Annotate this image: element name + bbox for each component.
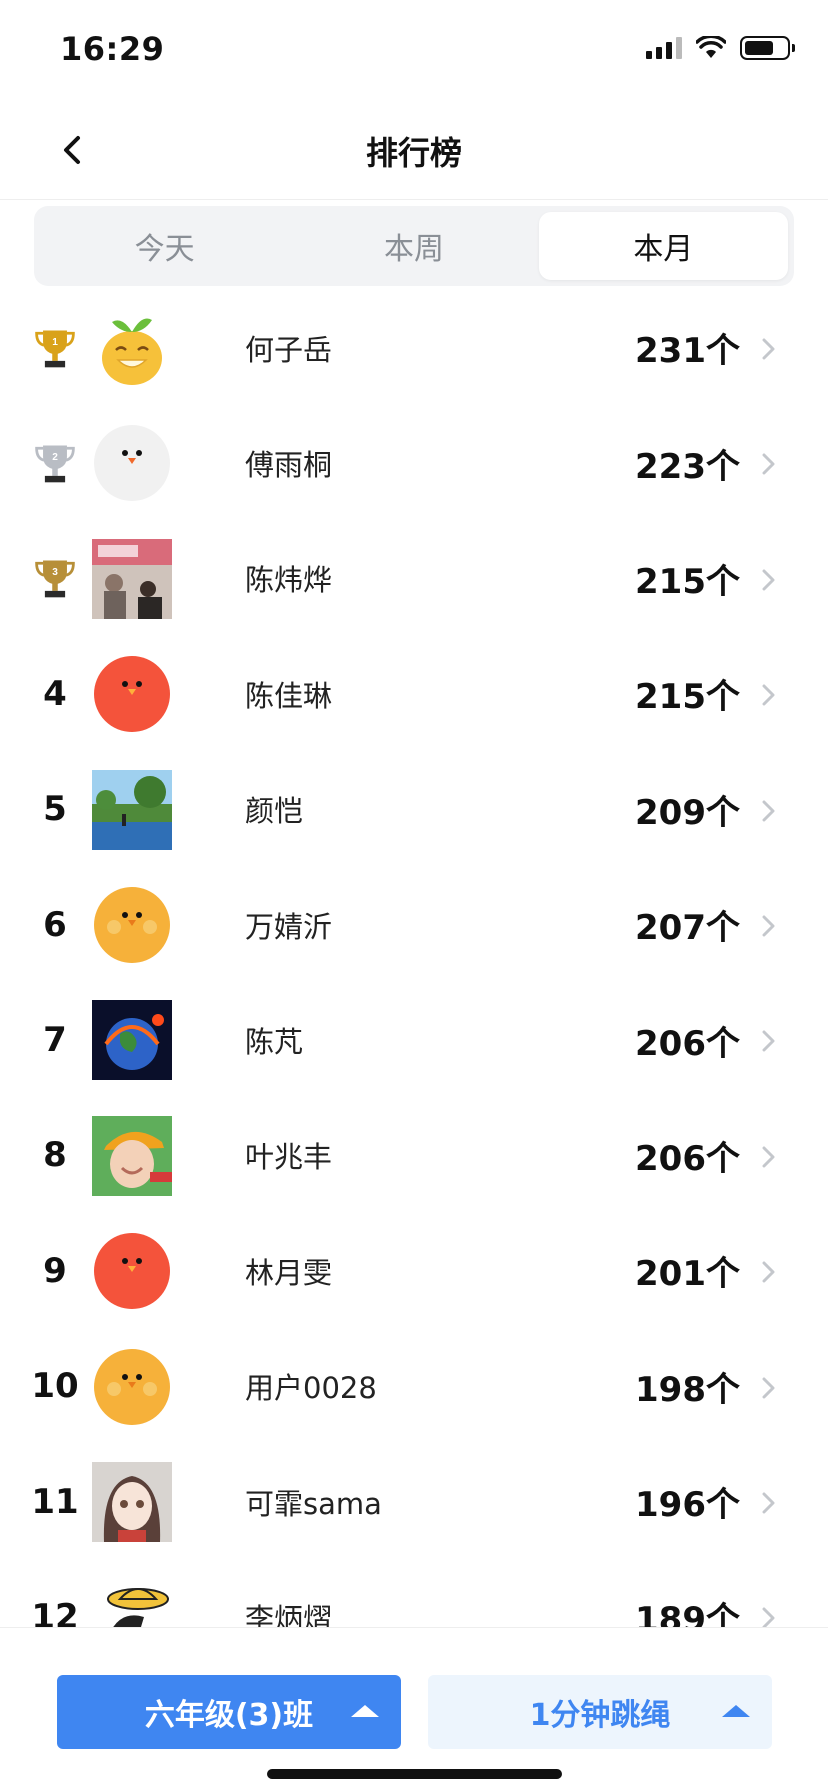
leaderboard-row[interactable]: 2 傅雨桐 223个 <box>0 405 828 520</box>
chevron-right-icon <box>762 915 775 937</box>
period-tabs: 今天 本周 本月 <box>34 206 794 286</box>
leaderboard-row[interactable]: 8 叶兆丰 206个 <box>0 1098 828 1213</box>
class-selector-button[interactable]: 六年级(3)班 <box>57 1675 401 1749</box>
jump-count: 206个 <box>635 1023 740 1064</box>
leaderboard-row[interactable]: 12 李炳熠 189个 <box>0 1559 828 1627</box>
tab-this-week[interactable]: 本周 <box>289 212 538 280</box>
battery-icon <box>740 36 795 60</box>
avatar <box>92 1000 172 1081</box>
leaderboard-row[interactable]: 7 陈芃 206个 <box>0 982 828 1097</box>
student-name: 傅雨桐 <box>245 448 333 483</box>
svg-text:2: 2 <box>52 452 58 463</box>
rank-number: 7 <box>43 1020 67 1061</box>
rank-number: 8 <box>43 1135 67 1176</box>
silver-trophy-icon: 2 <box>22 405 88 520</box>
caret-up-icon <box>722 1705 750 1717</box>
leaderboard-row[interactable]: 3 陈炜烨 215个 <box>0 521 828 636</box>
student-name: 陈芃 <box>245 1025 304 1060</box>
jump-count: 207个 <box>635 908 740 949</box>
student-name: 陈佳琳 <box>245 678 333 713</box>
jump-count: 196个 <box>635 1485 740 1526</box>
avatar <box>92 1231 172 1311</box>
avatar <box>92 538 172 619</box>
status-time: 16:29 <box>60 30 165 68</box>
jump-count: 198个 <box>635 1369 740 1410</box>
leaderboard-row[interactable]: 11 可霏sama 196个 <box>0 1444 828 1559</box>
avatar <box>92 769 172 850</box>
page-title: 排行榜 <box>365 134 462 172</box>
status-bar: 16:29 <box>0 0 828 100</box>
student-name: 陈炜烨 <box>245 563 333 598</box>
avatar <box>92 308 172 388</box>
avatar <box>92 1577 172 1627</box>
student-name: 万婧沂 <box>245 909 333 944</box>
chevron-right-icon <box>762 1030 775 1052</box>
avatar <box>92 885 172 965</box>
chevron-right-icon <box>762 684 775 706</box>
student-name: 叶兆丰 <box>245 1140 333 1175</box>
student-name: 李炳熠 <box>245 1601 333 1627</box>
class-selector-label: 六年级(3)班 <box>144 1698 314 1733</box>
tab-today[interactable]: 今天 <box>40 212 289 280</box>
leaderboard-row[interactable]: 10 用户0028 198个 <box>0 1329 828 1444</box>
rank-number: 6 <box>43 904 67 945</box>
chevron-right-icon <box>762 453 775 475</box>
jump-count: 201个 <box>635 1254 740 1295</box>
rank-number: 12 <box>31 1596 79 1627</box>
rank-number: 11 <box>31 1481 79 1522</box>
rank-number: 5 <box>43 789 67 830</box>
chevron-right-icon <box>762 1377 775 1399</box>
cellular-signal-icon <box>646 37 682 59</box>
rank-number: 4 <box>43 673 67 714</box>
nav-bar: 排行榜 <box>0 100 828 200</box>
jump-count: 189个 <box>635 1600 740 1627</box>
student-name: 颜恺 <box>245 794 304 829</box>
student-name: 何子岳 <box>245 332 333 367</box>
svg-text:3: 3 <box>52 568 58 579</box>
student-name: 可霏sama <box>245 1486 382 1521</box>
gold-trophy-icon: 1 <box>22 290 88 405</box>
jump-count: 209个 <box>635 792 740 833</box>
student-name: 林月雯 <box>245 1255 333 1290</box>
avatar <box>92 654 172 734</box>
wifi-icon <box>696 36 726 58</box>
jump-count: 206个 <box>635 1138 740 1179</box>
rank-number: 10 <box>31 1366 79 1407</box>
event-selector-button[interactable]: 1分钟跳绳 <box>428 1675 772 1749</box>
chevron-right-icon <box>762 800 775 822</box>
chevron-right-icon <box>762 338 775 360</box>
home-indicator <box>267 1769 562 1779</box>
jump-count: 215个 <box>635 677 740 718</box>
bottom-bar: 六年级(3)班 1分钟跳绳 <box>0 1627 828 1792</box>
event-selector-label: 1分钟跳绳 <box>529 1698 671 1733</box>
status-icons <box>646 36 795 60</box>
chevron-right-icon <box>762 1492 775 1514</box>
chevron-right-icon <box>762 569 775 591</box>
chevron-right-icon <box>762 1146 775 1168</box>
bronze-trophy-icon: 3 <box>22 521 88 636</box>
chevron-right-icon <box>762 1607 775 1627</box>
leaderboard-row[interactable]: 5 颜恺 209个 <box>0 752 828 867</box>
jump-count: 215个 <box>635 561 740 602</box>
chevron-right-icon <box>762 1261 775 1283</box>
rank-number: 9 <box>43 1250 67 1291</box>
leaderboard-row[interactable]: 9 林月雯 201个 <box>0 1213 828 1328</box>
tab-this-month[interactable]: 本月 <box>538 212 788 280</box>
avatar <box>92 1115 172 1196</box>
svg-text:1: 1 <box>52 337 58 348</box>
caret-up-icon <box>351 1705 379 1717</box>
student-name: 用户0028 <box>245 1371 377 1406</box>
leaderboard-row[interactable]: 6 万婧沂 207个 <box>0 867 828 982</box>
avatar <box>92 423 172 503</box>
leaderboard-row[interactable]: 1 何子岳 231个 <box>0 290 828 405</box>
jump-count: 231个 <box>635 331 740 372</box>
leaderboard-list[interactable]: 1 何子岳 231个 2 傅雨桐 223个 3 陈炜烨 215个 4 陈佳琳 215个 5 颜恺 209个 6… <box>0 290 828 1627</box>
avatar <box>92 1461 172 1542</box>
jump-count: 223个 <box>635 446 740 487</box>
avatar <box>92 1347 172 1427</box>
leaderboard-row[interactable]: 4 陈佳琳 215个 <box>0 636 828 751</box>
